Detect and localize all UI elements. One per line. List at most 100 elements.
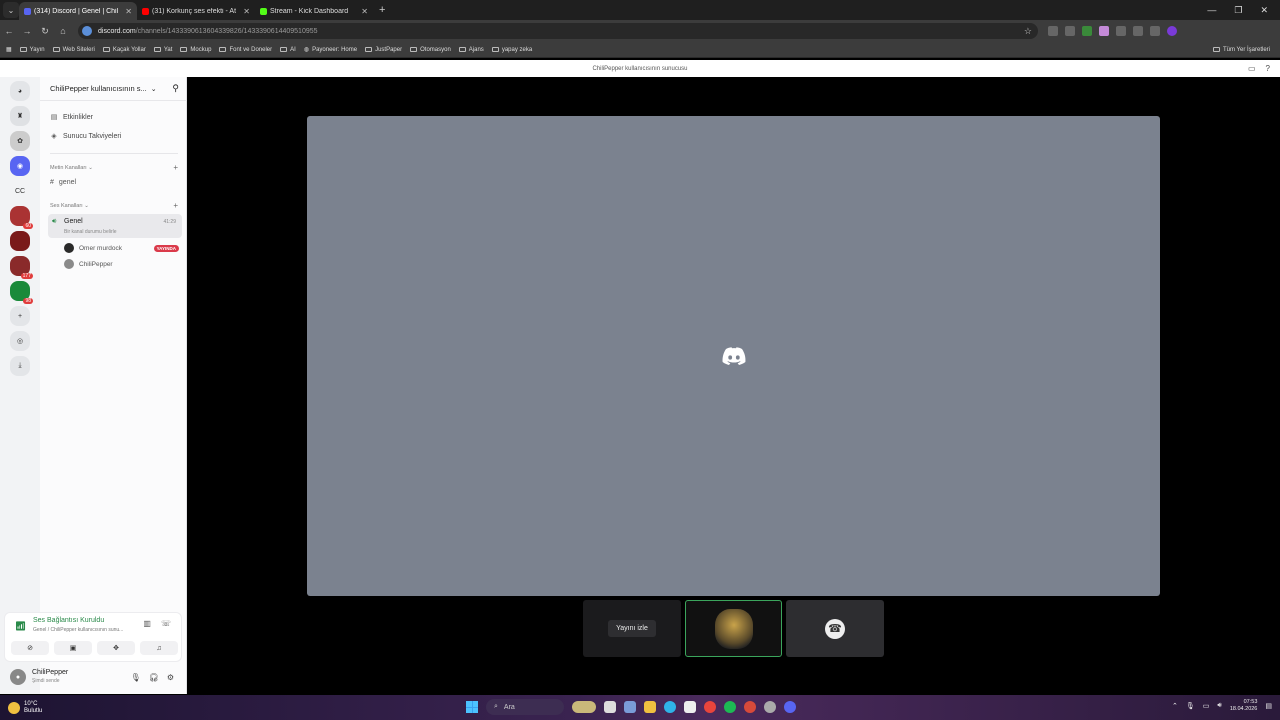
stream-preview[interactable] (307, 116, 1160, 596)
close-window-icon[interactable]: ✕ (1260, 5, 1268, 16)
bookmark-folder[interactable]: yapay zeka (491, 47, 532, 53)
chevron-up-icon[interactable]: ⌃ (1172, 702, 1178, 710)
app-icon[interactable] (744, 701, 756, 713)
bookmark-folder[interactable]: Ajans (458, 47, 484, 53)
text-category[interactable]: Metin Kanalları ⌄ + (50, 164, 178, 172)
bookmark-folder[interactable]: AI (280, 47, 296, 53)
voice-member[interactable]: Omer murdock YAYINDA (64, 243, 179, 253)
extension-icon[interactable] (1048, 26, 1058, 36)
address-bar[interactable]: discord.com /channels/143339061360433982… (78, 23, 1038, 39)
bookmark-folder[interactable]: Yat (153, 47, 172, 53)
spotify-icon[interactable] (724, 701, 736, 713)
bookmark-link[interactable]: ◍ Payoneer: Home (304, 46, 357, 54)
app-icon[interactable] (624, 701, 636, 713)
bookmark-folder[interactable]: Otomasyon (410, 47, 451, 53)
home-icon[interactable]: ⌂ (54, 26, 72, 36)
server-icon[interactable]: ◉ (10, 156, 30, 176)
voice-status[interactable]: Ses Bağlantısı Kuruldu (33, 617, 104, 624)
widget-icon[interactable] (572, 701, 596, 713)
gear-icon[interactable]: ⚙ (167, 673, 174, 682)
profile-avatar[interactable] (1167, 26, 1177, 36)
add-channel-icon[interactable]: + (173, 202, 178, 210)
voice-member[interactable]: ChiliPepper (64, 259, 179, 269)
server-icon[interactable]: ✿ (10, 131, 30, 151)
volume-icon[interactable]: 🔊︎ (1217, 702, 1221, 710)
minimize-icon[interactable]: — (1207, 5, 1216, 16)
avatar[interactable]: ● (10, 669, 26, 685)
extension-icon[interactable] (1099, 26, 1109, 36)
network-icon[interactable]: ▭ (1203, 702, 1210, 710)
headphones-icon[interactable]: 🎧︎ (149, 673, 159, 682)
close-icon[interactable]: ✕ (125, 7, 132, 16)
voice-category[interactable]: Ses Kanalları ⌄ + (50, 202, 178, 210)
all-bookmarks[interactable]: Tüm Yer İşaretleri (1212, 47, 1270, 53)
server-icon[interactable] (10, 231, 30, 251)
bookmark-folder[interactable]: Kaçak Yollar (102, 47, 146, 53)
participant-tile[interactable]: ☎ (786, 600, 884, 657)
server-icon[interactable]: 177 (10, 256, 33, 279)
bookmark-folder[interactable]: JustPaper (365, 47, 402, 53)
bookmark-folder[interactable]: Mockup (180, 47, 211, 53)
extension-icon[interactable] (1116, 26, 1126, 36)
clock[interactable]: 07:53 18.04.2026 (1230, 699, 1258, 713)
bookmark-folder[interactable]: Web Siteleri (52, 47, 95, 53)
activities-button[interactable]: ✥ (97, 641, 135, 655)
maximize-icon[interactable]: ❐ (1234, 5, 1242, 16)
bookmark-star-icon[interactable]: ☆ (1024, 26, 1032, 37)
tab-search-icon[interactable]: ⌄ (3, 2, 19, 18)
file-explorer-icon[interactable] (644, 701, 656, 713)
voice-channel-genel[interactable]: 🔊︎ Genel 41:29 Bir kanal durumu belirle (48, 214, 182, 238)
extension-icon[interactable] (1150, 26, 1160, 36)
edge-icon[interactable] (664, 701, 676, 713)
soundboard-button[interactable]: ♫ (140, 641, 178, 655)
text-channel-genel[interactable]: # genel (50, 179, 76, 186)
boosts-link[interactable]: ◈ Sunucu Takviyeleri (50, 132, 121, 141)
server-icon[interactable]: 60 (10, 206, 33, 229)
browser-tab[interactable]: (314) Discord | Genel | Chil ✕ (19, 2, 137, 20)
close-icon[interactable]: ✕ (361, 7, 368, 16)
discover-icon[interactable]: ◎ (10, 331, 30, 351)
help-icon[interactable]: ? (1266, 64, 1270, 73)
discord-home-icon[interactable]: ◕ (10, 81, 30, 101)
channel-status-prompt[interactable]: Bir kanal durumu belirle (64, 229, 117, 235)
events-link[interactable]: ▤ Etkinlikler (50, 113, 93, 122)
forward-icon[interactable]: → (18, 26, 36, 36)
extensions-puzzle-icon[interactable] (1133, 26, 1143, 36)
discord-icon[interactable] (784, 701, 796, 713)
reload-icon[interactable]: ↻ (36, 26, 54, 37)
weather-widget[interactable]: 10°C Bulutlu (8, 701, 42, 715)
store-icon[interactable] (684, 701, 696, 713)
bookmark-folder[interactable]: Font ve Doneler (219, 47, 272, 53)
server-icon[interactable]: CC (10, 181, 30, 201)
start-icon[interactable] (466, 701, 478, 713)
add-server-icon[interactable]: + (10, 306, 30, 326)
microphone-icon[interactable]: 🎙︎ (131, 673, 141, 682)
chrome-icon[interactable] (704, 701, 716, 713)
stream-tile[interactable]: Yayını izle (583, 600, 681, 657)
new-tab-icon[interactable]: + (379, 4, 385, 16)
close-icon[interactable]: ✕ (243, 7, 250, 16)
notification-icon[interactable]: ▤ (1265, 702, 1272, 710)
inbox-icon[interactable]: ▭ (1248, 64, 1256, 73)
settings-icon[interactable] (764, 701, 776, 713)
watch-stream-button[interactable]: Yayını izle (608, 620, 656, 637)
microphone-icon[interactable]: 🎙︎ (1186, 702, 1195, 710)
bookmark-folder[interactable]: Yayın (19, 47, 45, 53)
server-icon[interactable]: ♜ (10, 106, 30, 126)
site-info-icon[interactable] (82, 26, 92, 36)
noise-suppression-icon[interactable]: ▥ (143, 619, 151, 628)
back-icon[interactable]: ← (0, 26, 18, 36)
extension-icon[interactable] (1082, 26, 1092, 36)
apps-grid-icon[interactable]: ▦ (6, 46, 12, 53)
disconnect-icon[interactable]: ☏ (161, 619, 171, 628)
task-view-icon[interactable] (604, 701, 616, 713)
add-channel-icon[interactable]: + (173, 164, 178, 172)
server-icon[interactable]: 98 (10, 281, 33, 304)
screen-share-button[interactable]: ▣ (54, 641, 92, 655)
browser-tab[interactable]: (31) Korkunç ses efekti - At ✕ (137, 2, 255, 20)
taskbar-search[interactable]: ⌕ Ara (486, 699, 564, 715)
camera-off-button[interactable]: ⊘ (11, 641, 49, 655)
participant-tile[interactable] (685, 600, 782, 657)
extension-icon[interactable] (1065, 26, 1075, 36)
invite-icon[interactable]: ⚲ (172, 83, 179, 94)
